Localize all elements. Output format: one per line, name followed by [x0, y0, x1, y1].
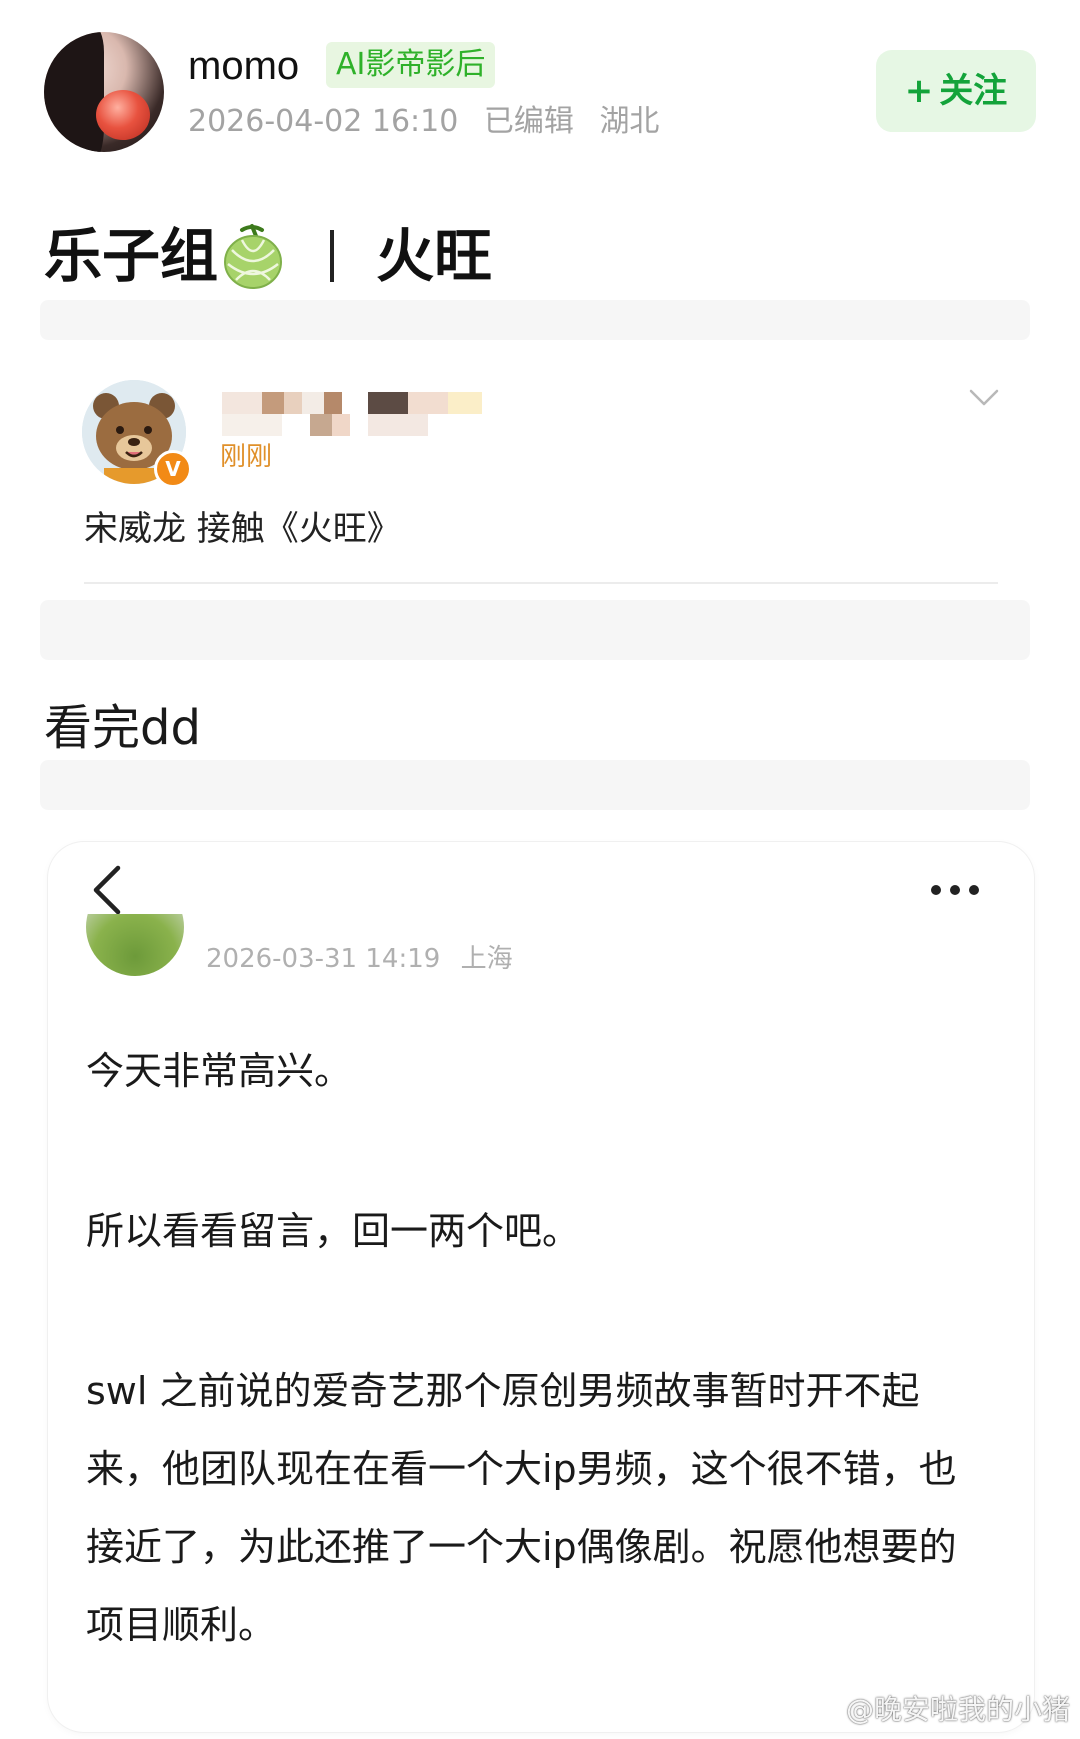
watermark: @晚安啦我的小猪	[800, 1690, 1070, 1730]
screenshot-date: 2026-03-31 14:19	[206, 944, 441, 974]
author-avatar[interactable]	[44, 32, 164, 152]
author-name[interactable]: momo	[188, 42, 299, 90]
page: momo AI影帝影后 2026-04-02 16:10 已编辑 湖北 + 关注 …	[0, 0, 1080, 1739]
post-meta: 2026-04-02 16:10 已编辑 湖北	[188, 102, 675, 142]
blurred-username	[222, 392, 482, 436]
screenshot-meta: 2026-03-31 14:19 上海	[206, 942, 525, 976]
verified-badge: V	[154, 450, 192, 488]
follow-label: 关注	[939, 71, 1008, 111]
screenshot-paragraph: swl 之前说的爱奇艺那个原创男频故事暂时开不起来，他团队现在在看一个大ip男频…	[86, 1369, 957, 1647]
title-divider	[330, 230, 335, 282]
more-icon[interactable]	[928, 882, 982, 898]
watermark-text: @晚安啦我的小猪	[846, 1693, 1071, 1726]
background-smudge	[40, 760, 1030, 810]
author-badge[interactable]: AI影帝影后	[326, 42, 496, 88]
embedded-screenshot[interactable]: 2026-03-31 14:19 上海 今天非常高兴。 所以看看留言，回一两个吧…	[48, 842, 1034, 1732]
screenshot-author-avatar[interactable]	[86, 914, 184, 976]
edited-label: 已编辑	[483, 104, 574, 139]
divider	[84, 582, 998, 584]
plus-icon: +	[904, 71, 934, 111]
weibo-icon	[801, 1698, 837, 1726]
post-body: 看完dd	[44, 700, 201, 756]
post-location: 湖北	[599, 104, 660, 139]
background-smudge	[40, 300, 1030, 340]
quoted-time: 刚刚	[220, 442, 273, 472]
follow-button[interactable]: + 关注	[876, 50, 1036, 132]
screenshot-paragraph: 今天非常高兴。	[86, 1049, 353, 1093]
title-left: 乐子组	[44, 222, 219, 290]
post-date: 2026-04-02 16:10	[188, 104, 459, 139]
screenshot-location: 上海	[460, 944, 513, 974]
background-smudge	[40, 600, 1030, 660]
quoted-text[interactable]: 宋威龙 接触《火旺》	[84, 506, 401, 552]
title-right: 火旺	[376, 222, 493, 290]
post-title: 乐子组 火旺	[44, 218, 492, 294]
back-icon[interactable]	[88, 862, 128, 918]
melon-icon	[222, 222, 284, 290]
screenshot-paragraph: 所以看看留言，回一两个吧。	[86, 1209, 581, 1253]
chevron-down-icon[interactable]	[968, 388, 1000, 408]
